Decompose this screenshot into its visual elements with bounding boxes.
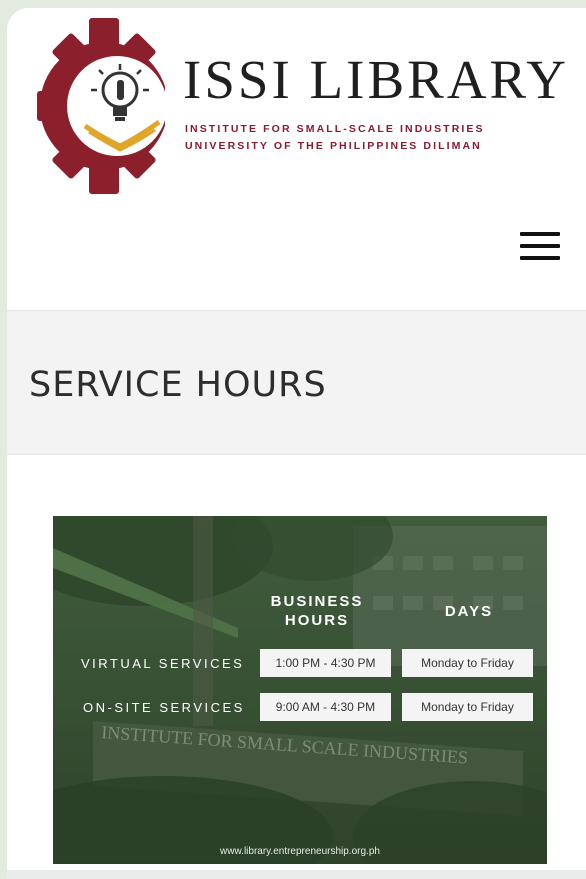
menu-bar xyxy=(520,256,560,260)
brand-subtitle-university: UNIVERSITY OF THE PHILIPPINES DILIMAN xyxy=(185,140,482,152)
hamburger-menu-icon[interactable] xyxy=(520,232,560,266)
stone-sign-lettering-text: INSTITUTE FOR SMALL SCALE INDUSTRIES xyxy=(101,722,469,768)
page-card: ISSI LIBRARY INSTITUTE FOR SMALL-SCALE I… xyxy=(7,8,586,879)
service-hours-banner: BUSINESS HOURS DAYS VIRTUAL SERVICES 1:0… xyxy=(53,516,547,864)
menu-bar xyxy=(520,232,560,236)
brand-subtitle-institute: INSTITUTE FOR SMALL-SCALE INDUSTRIES xyxy=(185,123,485,135)
gear-lightbulb-book-logo[interactable] xyxy=(37,18,165,194)
library-url[interactable]: www.library.entrepreneurship.org.ph xyxy=(53,846,547,857)
site-header: ISSI LIBRARY INSTITUTE FOR SMALL-SCALE I… xyxy=(7,8,586,308)
bottom-divider xyxy=(7,870,586,879)
stone-sign-lettering: INSTITUTE FOR SMALL SCALE INDUSTRIES xyxy=(101,722,469,768)
page-title: SERVICE HOURS xyxy=(29,365,327,405)
brand-title[interactable]: ISSI LIBRARY xyxy=(183,52,569,107)
page-title-band: SERVICE HOURS xyxy=(7,310,586,455)
menu-bar xyxy=(520,244,560,248)
